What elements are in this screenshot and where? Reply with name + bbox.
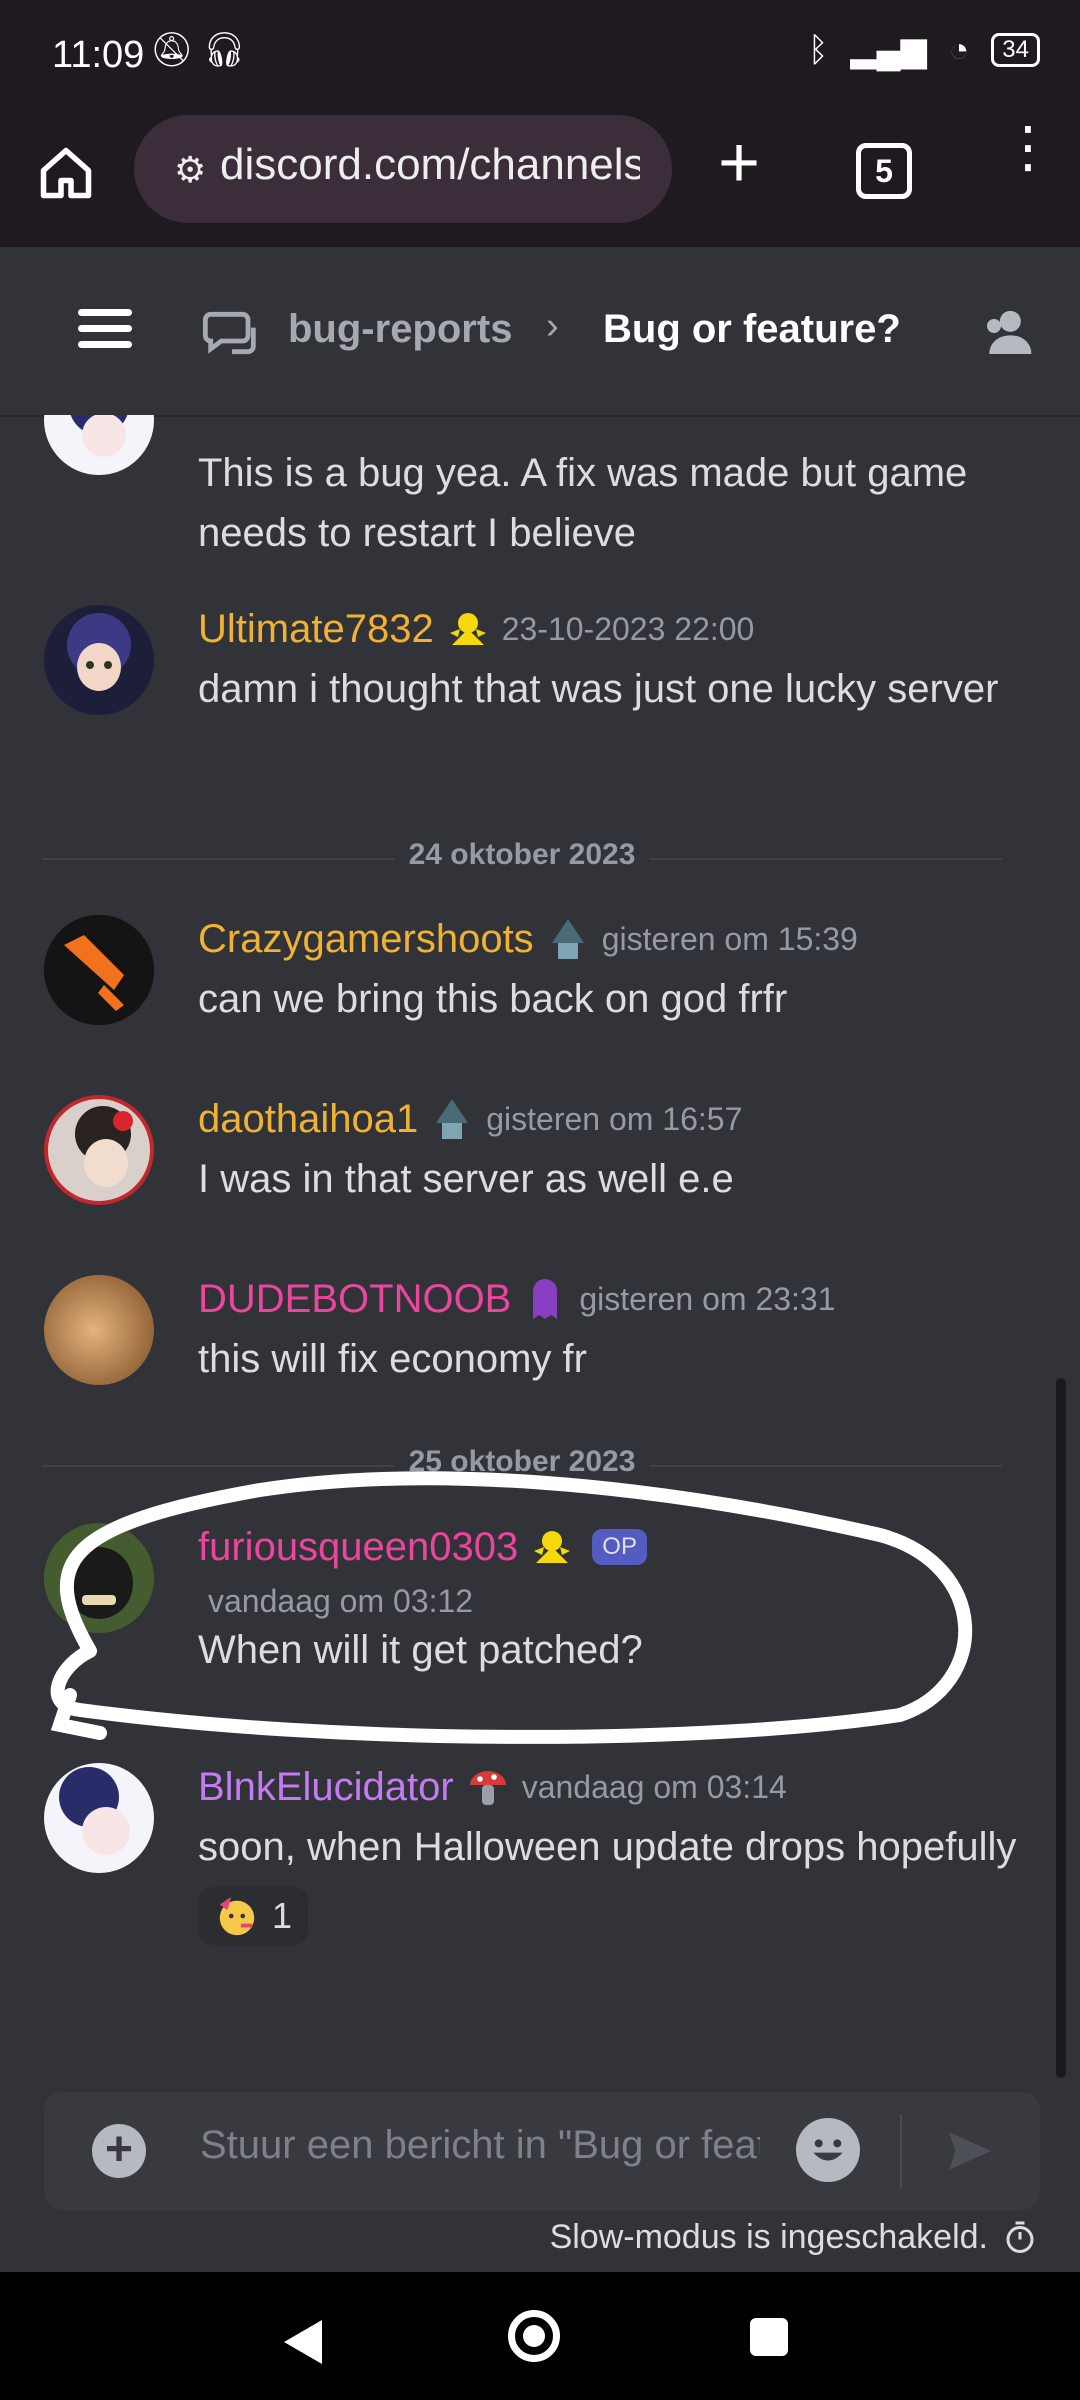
avatar[interactable] <box>44 415 154 475</box>
reaction-count: 1 <box>272 1895 293 1936</box>
send-icon[interactable] <box>940 2126 1000 2176</box>
battery-indicator: 34 <box>991 33 1040 67</box>
party-face-icon <box>219 1896 255 1936</box>
reaction-button[interactable]: 1 <box>198 1887 309 1945</box>
avatar[interactable] <box>44 605 154 715</box>
date-divider: 24 oktober 2023 <box>42 838 1002 872</box>
timestamp: gisteren om 16:57 <box>486 1100 743 1137</box>
timestamp: 23-10-2023 22:00 <box>501 610 755 647</box>
status-icons: ᛒ ▂▄▆ ◔ 34 <box>808 30 1040 70</box>
hamburger-menu-icon[interactable] <box>78 309 132 357</box>
members-icon[interactable] <box>978 305 1038 361</box>
timer-icon <box>1006 2221 1034 2253</box>
signal-icon: ▂▄▆ <box>850 31 927 69</box>
ghost-icon <box>533 1279 558 1319</box>
attach-plus-button[interactable]: + <box>92 2124 146 2178</box>
home-nav-icon[interactable] <box>508 2310 560 2362</box>
slowmode-notice: Slow-modus is ingeschakeld. <box>550 2218 1038 2257</box>
slowmode-text: Slow-modus is ingeschakeld. <box>549 2218 988 2256</box>
date-divider-label: 25 oktober 2023 <box>394 1445 650 1479</box>
composer-divider <box>900 2114 902 2188</box>
url-text[interactable]: discord.com/channels <box>220 140 640 190</box>
timestamp: vandaag om 03:12 <box>208 1583 474 1619</box>
username[interactable]: Crazygamershoots <box>198 917 534 962</box>
username[interactable]: BlnkElucidator <box>198 1765 454 1810</box>
more-menu-icon[interactable]: ⋮ <box>1000 119 1056 175</box>
message-text: damn i thought that was just one lucky s… <box>198 667 999 711</box>
message-text: soon, when Halloween update drops hopefu… <box>198 1825 1017 1869</box>
avatar[interactable] <box>44 915 154 1025</box>
wizard-icon <box>551 919 584 959</box>
thread-title: Bug or feature? <box>603 307 901 351</box>
username[interactable]: Ultimate7832 <box>198 607 434 652</box>
address-bar[interactable]: ⚙︎ discord.com/channels <box>134 115 672 223</box>
timestamp: gisteren om 15:39 <box>601 920 858 957</box>
avatar[interactable] <box>44 1763 154 1873</box>
recent-apps-icon[interactable] <box>750 2318 788 2356</box>
scrollbar[interactable] <box>1056 1378 1066 2078</box>
message-text: can we bring this back on god frfr <box>198 977 788 1021</box>
message-text: This is a bug yea. A fix was made but ga… <box>198 451 968 555</box>
wifi-icon: ◔ <box>948 30 970 69</box>
avatar[interactable] <box>44 1095 154 1205</box>
system-nav-bar <box>0 2272 1080 2400</box>
timestamp: gisteren om 23:31 <box>579 1280 836 1317</box>
message-text: this will fix economy fr <box>198 1337 587 1381</box>
message-input[interactable] <box>198 2122 762 2169</box>
timestamp: vandaag om 03:14 <box>521 1768 787 1805</box>
message-text: I was in that server as well e.e <box>198 1157 734 1201</box>
duck-icon <box>534 1531 571 1563</box>
browser-toolbar: ⚙︎ discord.com/channels + 5 ⋮ <box>0 115 1080 247</box>
username[interactable]: DUDEBOTNOOB <box>198 1277 511 1322</box>
duck-icon <box>449 613 486 645</box>
username[interactable]: daothaihoa1 <box>198 1097 418 1142</box>
mushroom-icon <box>469 1771 506 1805</box>
new-tab-button[interactable]: + <box>718 127 760 199</box>
message-text: When will it get patched? <box>198 1628 643 1672</box>
avatar[interactable] <box>44 1275 154 1385</box>
emoji-picker-icon[interactable] <box>796 2118 860 2182</box>
clock: 11:09 <box>52 34 145 76</box>
message-list[interactable]: This is a bug yea. A fix was made but ga… <box>0 415 1080 2085</box>
thread-icon <box>202 311 256 355</box>
back-icon[interactable] <box>284 2320 322 2364</box>
breadcrumb-separator: › <box>546 305 559 347</box>
date-divider-label: 24 oktober 2023 <box>394 838 650 872</box>
mute-bell-icon: 🔕︎ 🎧︎ <box>150 31 246 69</box>
status-bar: 11:09 🔕︎ 🎧︎ ᛒ ▂▄▆ ◔ 34 <box>0 0 1080 115</box>
channel-header: bug-reports › Bug or feature? <box>0 247 1080 417</box>
tab-switcher-button[interactable]: 5 <box>856 143 912 199</box>
site-settings-icon[interactable]: ⚙︎ <box>174 149 206 191</box>
date-divider: 25 oktober 2023 <box>42 1445 1002 1479</box>
message-composer: + <box>44 2092 1040 2210</box>
avatar[interactable] <box>44 1523 154 1633</box>
username[interactable]: furiousqueen0303 <box>198 1525 518 1570</box>
wizard-icon <box>436 1099 469 1139</box>
bluetooth-icon: ᛒ <box>807 30 829 69</box>
breadcrumb-parent-channel[interactable]: bug-reports <box>288 307 512 352</box>
op-badge: OP <box>592 1529 647 1565</box>
home-icon[interactable] <box>36 143 96 203</box>
